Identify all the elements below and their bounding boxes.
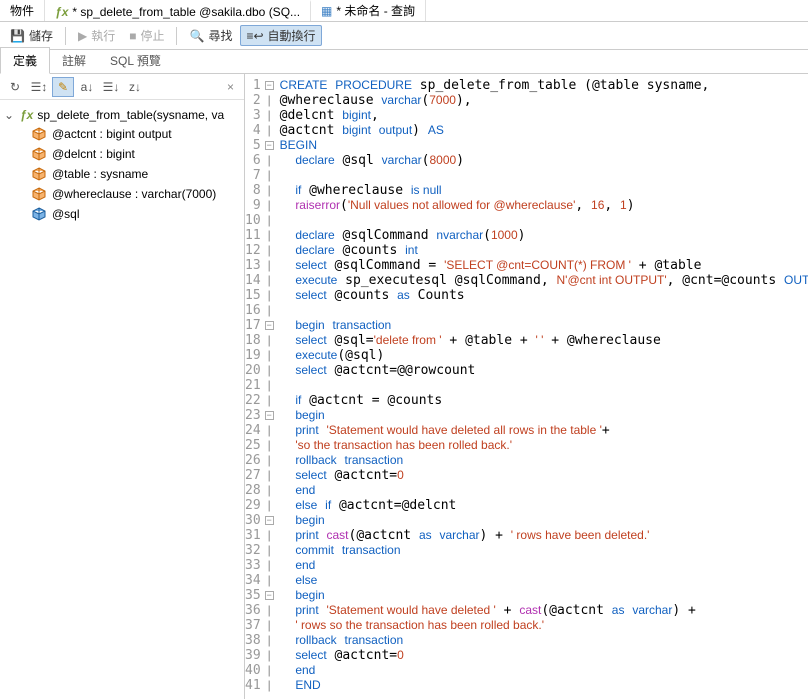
cube-icon [32, 187, 46, 201]
separator [176, 27, 177, 45]
chevron-down-icon: ⌄ [4, 108, 16, 122]
tree-item-label: @actcnt : bigint output [52, 127, 172, 141]
tree-item-label: @whereclause : varchar(7000) [52, 187, 216, 201]
save-label: 儲存 [29, 27, 53, 44]
table-icon: ▦ [321, 4, 332, 18]
tree-item[interactable]: @whereclause : varchar(7000) [32, 184, 240, 204]
tree-item[interactable]: @actcnt : bigint output [32, 124, 240, 144]
separator [65, 27, 66, 45]
find-label: 尋找 [208, 27, 232, 44]
fx-icon: ƒx [20, 108, 33, 122]
wrap-button[interactable]: ≡↩ 自動換行 [240, 25, 321, 46]
tree-root[interactable]: ⌄ ƒx sp_delete_from_table(sysname, va [4, 106, 240, 124]
save-icon: 💾 [10, 29, 25, 43]
tab-sql-preview[interactable]: SQL 預覽 [98, 48, 173, 73]
tab-query[interactable]: ▦ * 未命名 - 查詢 [311, 0, 426, 21]
play-icon: ▶ [78, 29, 87, 43]
search-icon: 🔍 [189, 29, 204, 43]
fold-toggle[interactable]: − [265, 141, 274, 150]
fold-toggle[interactable]: − [265, 81, 274, 90]
outline-tree: ⌄ ƒx sp_delete_from_table(sysname, va @a… [0, 100, 244, 699]
code-editor[interactable]: 1 2 3 4 5 6 7 8 9 10 11 12 13 14 15 16 1… [245, 74, 808, 699]
tab-comment[interactable]: 註解 [50, 48, 98, 73]
fold-toggle[interactable]: − [265, 411, 274, 420]
cube-icon [32, 147, 46, 161]
tab-procedure-label: * sp_delete_from_table @sakila.dbo (SQ..… [72, 5, 300, 19]
tree-item[interactable]: @sql [32, 204, 240, 224]
tab-query-label: * 未命名 - 查詢 [336, 2, 415, 19]
fold-toggle[interactable]: − [265, 516, 274, 525]
cube-icon [32, 127, 46, 141]
refresh-button[interactable]: ↻ [4, 77, 26, 97]
tab-definition[interactable]: 定義 [0, 47, 50, 74]
outline-sidebar: ↻ ☰↕ ✎ a↓ ☰↓ z↓ × ⌄ ƒx sp_delete_from_ta… [0, 74, 245, 699]
tree-item-label: @sql [52, 207, 80, 221]
stop-icon: ■ [129, 29, 136, 43]
tree-item-label: @delcnt : bigint [52, 147, 135, 161]
line-number-gutter: 1 2 3 4 5 6 7 8 9 10 11 12 13 14 15 16 1… [245, 74, 265, 699]
collapse-button[interactable]: ☰↕ [28, 77, 50, 97]
tab-procedure[interactable]: ƒx * sp_delete_from_table @sakila.dbo (S… [45, 0, 311, 21]
tree-items: @actcnt : bigint output @delcnt : bigint @… [4, 124, 240, 224]
tab-objects[interactable]: 物件 [0, 0, 45, 21]
main-toolbar: 💾 儲存 ▶ 執行 ■ 停止 🔍 尋找 ≡↩ 自動換行 [0, 22, 808, 50]
body-split: ↻ ☰↕ ✎ a↓ ☰↓ z↓ × ⌄ ƒx sp_delete_from_ta… [0, 74, 808, 699]
title-tab-strip: 物件 ƒx * sp_delete_from_table @sakila.dbo… [0, 0, 808, 22]
fold-toggle[interactable]: − [265, 321, 274, 330]
wrap-label: 自動換行 [268, 27, 316, 44]
find-button[interactable]: 🔍 尋找 [183, 25, 238, 46]
sort-group-button[interactable]: ☰↓ [100, 77, 122, 97]
highlight-button[interactable]: ✎ [52, 77, 74, 97]
stop-label: 停止 [140, 27, 164, 44]
sort-desc-button[interactable]: z↓ [124, 77, 146, 97]
panel-tab-strip: 定義 註解 SQL 預覽 [0, 50, 808, 74]
fold-toggle[interactable]: − [265, 591, 274, 600]
stop-button[interactable]: ■ 停止 [123, 25, 170, 46]
tree-item-label: @table : sysname [52, 167, 148, 181]
fx-icon: ƒx [55, 5, 68, 19]
code-area[interactable]: CREATE PROCEDURE sp_delete_from_table (@… [274, 74, 808, 699]
fold-gutter[interactable]: −|||−|||||||||||−|||||−||||||−||||−|||||… [265, 74, 274, 699]
tree-item[interactable]: @table : sysname [32, 164, 240, 184]
close-panel-button[interactable]: × [221, 80, 240, 94]
outline-toolbar: ↻ ☰↕ ✎ a↓ ☰↓ z↓ × [0, 74, 244, 100]
cube-icon [32, 167, 46, 181]
run-label: 執行 [91, 27, 115, 44]
cube-icon [32, 207, 46, 221]
wrap-icon: ≡↩ [246, 29, 263, 43]
sort-asc-button[interactable]: a↓ [76, 77, 98, 97]
tree-item[interactable]: @delcnt : bigint [32, 144, 240, 164]
run-button[interactable]: ▶ 執行 [72, 25, 121, 46]
tree-root-label: sp_delete_from_table(sysname, va [37, 108, 224, 122]
save-button[interactable]: 💾 儲存 [4, 25, 59, 46]
